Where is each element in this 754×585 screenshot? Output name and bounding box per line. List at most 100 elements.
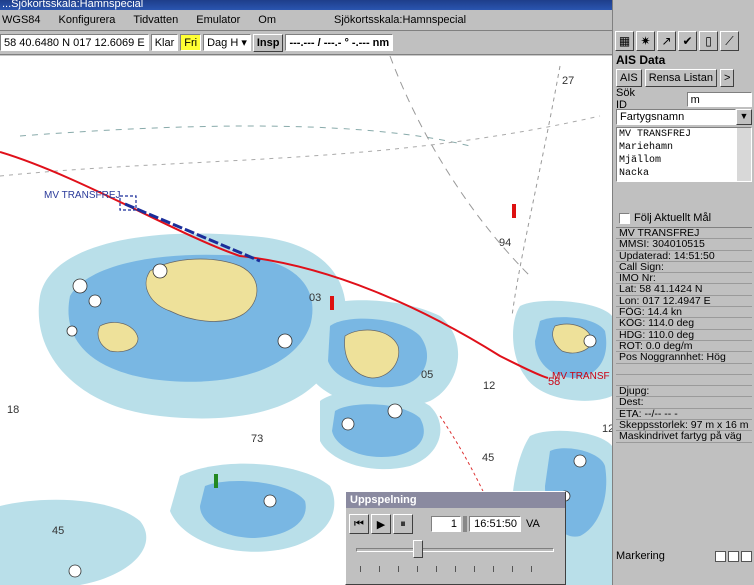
playback-slider-thumb[interactable] bbox=[413, 540, 423, 558]
vessel-info: MV TRANSFREJ MMSI: 304010515 Updaterad: … bbox=[616, 227, 752, 443]
play-button[interactable]: ▶ bbox=[371, 514, 391, 534]
info-row: IMO Nr: bbox=[616, 273, 752, 285]
menu-om[interactable]: Om bbox=[258, 14, 276, 26]
time-field[interactable]: 16:51:50 bbox=[469, 516, 521, 532]
menu-konfigurera[interactable]: Konfigurera bbox=[59, 14, 116, 26]
chart-scale-label: Sjökortsskala:Hamnspecial bbox=[334, 14, 467, 26]
mode-indicator[interactable]: Fri bbox=[180, 34, 202, 51]
playback-slider-track[interactable] bbox=[356, 548, 554, 552]
info-row: Maskindrivet fartyg på väg bbox=[616, 431, 752, 443]
day-mode-select[interactable]: Dag H ▾ bbox=[203, 34, 251, 51]
ruler-icon[interactable]: ⟋ bbox=[720, 31, 739, 51]
ais-panel: ▦ ✷ ↗ ✔ ▯ ⟋ AIS Data AIS Rensa Listan > … bbox=[612, 0, 754, 585]
menu-wgs84[interactable]: WGS84 bbox=[2, 14, 41, 26]
playback-title[interactable]: Uppspelning bbox=[346, 492, 565, 508]
depth-label: 12 bbox=[483, 380, 496, 392]
info-row bbox=[616, 375, 752, 387]
playback-time-controls: 1 16:51:50 VA bbox=[431, 516, 540, 532]
follow-target[interactable]: Följ Aktuellt Mål bbox=[619, 212, 711, 224]
grid-icon[interactable]: ▦ bbox=[615, 31, 634, 51]
info-row: HDG: 110.0 deg bbox=[616, 330, 752, 341]
menu-bar: WGS84 Konfigurera Tidvatten Emulator Om … bbox=[0, 10, 612, 31]
info-row: MMSI: 304010515 bbox=[616, 239, 752, 251]
pause-icon: ⏸ bbox=[400, 517, 406, 530]
field-select-value: Fartygsnamn bbox=[616, 109, 736, 125]
slider-ticks bbox=[360, 566, 550, 572]
follow-label: Följ Aktuellt Mål bbox=[634, 212, 712, 224]
depth-label: 45 bbox=[52, 525, 65, 537]
rewind-button[interactable]: ⏮ bbox=[349, 514, 369, 534]
info-row: Pos Noggrannhet: Hög bbox=[616, 352, 752, 364]
list-item[interactable]: Mjällom bbox=[617, 154, 737, 167]
timezone-label: VA bbox=[526, 518, 540, 530]
marking-box[interactable] bbox=[715, 550, 726, 562]
depth-label: 05 bbox=[421, 369, 434, 381]
info-row bbox=[616, 364, 752, 375]
ais-button-row: AIS Rensa Listan > bbox=[616, 69, 735, 87]
rewind-icon: ⏮ bbox=[354, 517, 364, 530]
day-mode-value: Dag H bbox=[207, 37, 239, 49]
clear-list-button[interactable]: Rensa Listan bbox=[644, 69, 717, 87]
list-item[interactable]: Nacka bbox=[617, 167, 737, 180]
depth-label: 73 bbox=[251, 433, 264, 445]
ais-button[interactable]: AIS bbox=[616, 69, 642, 87]
search-input[interactable]: m bbox=[686, 91, 752, 107]
vessel-label[interactable]: MV TRANSFREJ bbox=[44, 190, 121, 201]
panel-header-area bbox=[613, 0, 754, 31]
marking-label: Markering bbox=[616, 550, 665, 562]
depth-label: 45 bbox=[482, 452, 495, 464]
depth-label: 18 bbox=[7, 404, 20, 416]
list-item[interactable]: MV TRANSFREJ bbox=[617, 128, 737, 141]
gear-icon[interactable]: ✷ bbox=[636, 31, 655, 51]
info-row: Dest: bbox=[616, 397, 752, 409]
cursor-position: 58 40.6480 N 017 12.6069 E bbox=[0, 34, 149, 51]
status-field: Klar bbox=[150, 34, 179, 51]
depth-label: 58 bbox=[548, 376, 561, 388]
depth-label: 94 bbox=[499, 237, 512, 249]
depth-label: 27 bbox=[562, 75, 575, 87]
book-icon[interactable]: ▯ bbox=[699, 31, 718, 51]
depth-label: 03 bbox=[309, 292, 322, 304]
marking-box[interactable] bbox=[741, 550, 752, 562]
step-spinner[interactable] bbox=[463, 516, 467, 532]
follow-checkbox[interactable] bbox=[619, 212, 630, 224]
bearing-readout: ---.--- / ---.- ° -.--- nm bbox=[285, 34, 394, 51]
marking-box[interactable] bbox=[728, 550, 739, 562]
info-row: ETA: --/-- -- - bbox=[616, 409, 752, 421]
marking-row: Markering bbox=[616, 550, 752, 562]
info-row: KÖG: 114.0 deg bbox=[616, 318, 752, 330]
search-row: Sök ID m bbox=[616, 87, 752, 111]
menu-emulator[interactable]: Emulator bbox=[196, 14, 240, 26]
marking-boxes bbox=[715, 550, 752, 562]
step-input[interactable]: 1 bbox=[431, 516, 461, 532]
status-toolbar: 58 40.6480 N 017 12.6069 E Klar Fri Dag … bbox=[0, 31, 612, 55]
panel-title: AIS Data bbox=[616, 53, 666, 67]
info-row: FÖG: 14.4 kn bbox=[616, 307, 752, 319]
info-row: Djupg: bbox=[616, 386, 752, 398]
play-icon: ▶ bbox=[376, 518, 386, 531]
window-title: ...Sjökortsskala:Hamnspecial bbox=[0, 0, 612, 10]
info-row: Skeppsstorlek: 97 m x 16 m bbox=[616, 420, 752, 432]
playback-controls: ⏮ ▶ ⏸ bbox=[349, 514, 413, 534]
chevron-down-icon: ▾ bbox=[241, 37, 247, 49]
search-label: Sök ID bbox=[616, 87, 635, 111]
insp-button[interactable]: Insp bbox=[252, 33, 284, 52]
route-icon[interactable]: ↗ bbox=[657, 31, 676, 51]
pause-button[interactable]: ⏸ bbox=[393, 514, 413, 534]
menu-tidvatten[interactable]: Tidvatten bbox=[133, 14, 178, 26]
vessel-list[interactable]: MV TRANSFREJ Mariehamn Mjällom Nacka bbox=[616, 127, 752, 182]
check-icon[interactable]: ✔ bbox=[678, 31, 697, 51]
info-row: Lon: 017 12.4947 E bbox=[616, 296, 752, 308]
info-row: ROT: 0.0 deg/m bbox=[616, 341, 752, 353]
list-item[interactable]: Mariehamn bbox=[617, 141, 737, 154]
chevron-down-icon[interactable]: ▼ bbox=[736, 109, 752, 125]
info-row: MV TRANSFREJ bbox=[616, 228, 752, 240]
playback-window[interactable]: Uppspelning ⏮ ▶ ⏸ 1 16:51:50 VA bbox=[345, 491, 566, 585]
field-select[interactable]: Fartygsnamn ▼ bbox=[616, 109, 752, 125]
vessel-label-right[interactable]: MV TRANSF bbox=[552, 371, 610, 382]
list-scrollbar[interactable] bbox=[737, 128, 751, 181]
depth-label: 12 bbox=[602, 423, 612, 435]
next-button[interactable]: > bbox=[719, 69, 735, 87]
info-row: Call Sign: bbox=[616, 262, 752, 274]
info-row: Lat: 58 41.1424 N bbox=[616, 284, 752, 296]
